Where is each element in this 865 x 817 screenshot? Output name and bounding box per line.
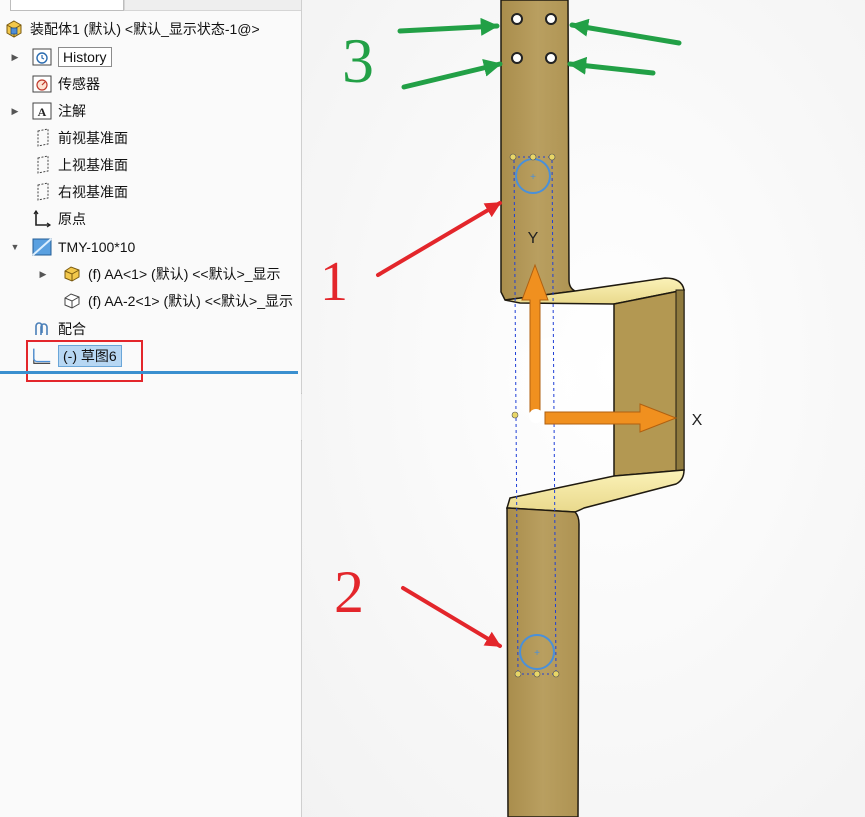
mates-icon [32,319,52,339]
annotation-icon: A [32,101,52,121]
tree-item-mates[interactable]: 配合 [32,317,86,341]
part-icon [62,264,82,284]
origin-icon [32,209,52,229]
graphics-viewport[interactable]: + + Y X 3 1 2 [302,0,865,817]
expand-arrow-icon[interactable]: ▶ [9,105,21,117]
axis-x-label: X [692,412,703,429]
feature-manager-tree: 装配体1 (默认) <默认_显示状态-1@> ▶ History 传感器 ▶ A… [0,0,302,817]
tree-item-label: (f) AA<1> (默认) <<默认>_显示 [88,266,281,282]
expand-arrow-icon[interactable]: ▶ [9,51,21,63]
plane-icon [32,128,52,148]
model-view: + + Y X 3 1 2 [302,0,865,817]
highlight-box-annotation [26,340,143,382]
tree-item-label: (f) AA-2<1> (默认) <<默认>_显示 [88,293,294,309]
tree-item-label: 注解 [58,103,86,119]
annotation-number-1: 1 [320,251,348,313]
rollback-bar[interactable] [0,371,298,374]
axis-y-label: Y [528,230,539,247]
bus-bar-lower-segment [506,507,580,817]
tree-root-assembly[interactable]: 装配体1 (默认) <默认_显示状态-1@> [4,17,260,41]
tree-item-material-folder[interactable]: TMY-100*10 [32,235,135,259]
tree-item-annotations[interactable]: A 注解 [32,99,86,123]
tree-item-label: 前视基准面 [58,130,128,146]
plane-icon [32,182,52,202]
annotation-number-3: 3 [342,25,374,96]
history-icon [32,47,52,67]
material-icon [32,237,52,257]
bus-bar-upper-segment [500,0,578,301]
assembly-icon [4,19,24,39]
tree-root-label: 装配体1 (默认) <默认_显示状态-1@> [30,21,260,37]
collapse-arrow-icon[interactable]: ▼ [9,241,21,253]
tree-item-label: 上视基准面 [58,157,128,173]
part-outline-icon [62,291,82,311]
tree-item-front-plane[interactable]: 前视基准面 [32,126,128,150]
tree-item-part-aa1[interactable]: (f) AA<1> (默认) <<默认>_显示 [62,262,281,286]
sensor-icon [32,74,52,94]
tree-item-top-plane[interactable]: 上视基准面 [32,153,128,177]
tree-item-part-aa2[interactable]: (f) AA-2<1> (默认) <<默认>_显示 [62,289,293,313]
tree-item-label: 传感器 [58,76,100,92]
tree-item-label: History [58,47,112,67]
tree-item-label: 右视基准面 [58,184,128,200]
tree-item-history[interactable]: History [32,45,112,69]
tree-item-origin[interactable]: 原点 [32,207,86,231]
svg-text:+: + [534,648,540,659]
plane-icon [32,155,52,175]
svg-text:+: + [530,172,536,183]
tree-item-label: 原点 [58,211,86,227]
svg-text:A: A [38,105,47,119]
tree-item-label: 配合 [58,321,86,337]
tree-item-right-plane[interactable]: 右视基准面 [32,180,128,204]
panel-tab[interactable] [10,0,124,11]
annotation-number-2: 2 [334,559,364,625]
expand-arrow-icon[interactable]: ▶ [37,268,49,280]
tree-item-label: TMY-100*10 [58,239,136,255]
tree-item-sensors[interactable]: 传感器 [32,72,100,96]
panel-tab[interactable] [124,0,301,11]
panel-tab-strip [0,0,301,12]
